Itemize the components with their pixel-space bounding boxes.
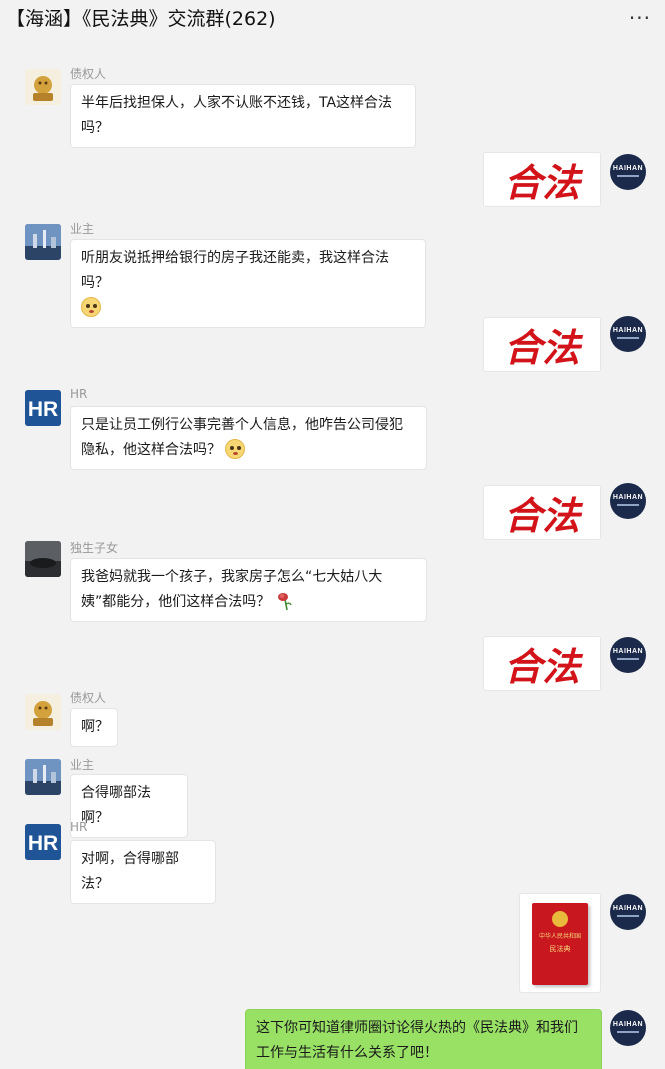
sender-name: 债权人 [70, 67, 107, 81]
message-text: 我爸妈就我一个孩子，我家房子怎么“七大姑八大姨”都能分，他们这样合法吗？ [81, 569, 383, 610]
sender-name: 独生子女 [70, 541, 119, 555]
message-bubble[interactable]: 我爸妈就我一个孩子，我家房子怎么“七大姑八大姨”都能分，他们这样合法吗？ [70, 558, 427, 622]
svg-text:HR: HR [28, 832, 58, 855]
avatar-hr[interactable]: HR [25, 824, 61, 860]
legal-stamp-text: 合法 [503, 160, 580, 205]
message-bubble[interactable]: 对啊，合得哪部法？ [70, 840, 216, 904]
avatar-haihan[interactable]: HAIHAN [610, 637, 646, 673]
avatar-label: HAIHAN [612, 905, 644, 912]
avatar-label: HAIHAN [612, 165, 644, 172]
avatar-label: HAIHAN [612, 1021, 644, 1028]
sender-name: HR [70, 387, 88, 401]
message-bubble[interactable]: 合得哪部法啊？ [70, 774, 188, 838]
legal-stamp-text: 合法 [503, 493, 580, 538]
legal-image-message[interactable]: 合法 [483, 317, 601, 372]
sender-name: 业主 [70, 758, 95, 772]
sender-name: 业主 [70, 222, 95, 236]
more-dots-icon[interactable]: ··· [629, 6, 651, 30]
legal-stamp-text: 合法 [503, 325, 580, 370]
avatar-owner[interactable] [25, 224, 61, 260]
legal-image-message[interactable]: 合法 [483, 636, 601, 691]
confused-face-icon [81, 297, 101, 317]
avatar-haihan[interactable]: HAIHAN [610, 154, 646, 190]
avatar-haihan[interactable]: HAIHAN [610, 316, 646, 352]
avatar-haihan[interactable]: HAIHAN [610, 483, 646, 519]
avatar-creditor[interactable] [25, 694, 61, 730]
svg-text:HR: HR [28, 398, 58, 421]
avatar-hr[interactable]: HR [25, 390, 61, 426]
national-emblem-icon [552, 911, 568, 927]
wilted-rose-icon [277, 593, 292, 611]
book-subtitle: 民法典 [549, 945, 571, 953]
avatar-creditor[interactable] [25, 69, 61, 105]
legal-image-message[interactable]: 合法 [483, 152, 601, 207]
sender-name: HR [70, 820, 88, 834]
legal-image-message[interactable]: 合法 [483, 485, 601, 540]
message-bubble[interactable]: 听朋友说抵押给银行的房子我还能卖，我这样合法吗？ [70, 239, 426, 328]
sender-name: 债权人 [70, 691, 107, 705]
message-bubble[interactable]: 啊？ [70, 708, 118, 747]
group-title: 【海涵】《民法典》交流群(262) [6, 8, 276, 30]
avatar-label: HAIHAN [612, 494, 644, 501]
book-title: 中华人民共和国 [538, 933, 581, 940]
civil-code-book: 中华人民共和国 民法典 [532, 903, 588, 985]
avatar-label: HAIHAN [612, 648, 644, 655]
message-bubble-self[interactable]: 这下你可知道律师圈讨论得火热的《民法典》和我们工作与生活有什么关系了吧！ [245, 1009, 602, 1069]
book-image-message[interactable]: 中华人民共和国 民法典 [519, 893, 601, 993]
chat-header: 【海涵】《民法典》交流群(262) ··· [0, 0, 665, 36]
legal-stamp-text: 合法 [503, 644, 580, 689]
avatar-owner[interactable] [25, 759, 61, 795]
message-bubble[interactable]: 只是让员工例行公事完善个人信息，他咋告公司侵犯隐私，他这样合法吗？ [70, 406, 427, 470]
message-list[interactable]: 债权人 半年后找担保人，人家不认账不还钱，TA这样合法吗？ HAIHAN 合法 … [0, 36, 665, 1069]
avatar-label: HAIHAN [612, 327, 644, 334]
message-text: 听朋友说抵押给银行的房子我还能卖，我这样合法吗？ [81, 250, 389, 291]
avatar-haihan[interactable]: HAIHAN [610, 894, 646, 930]
avatar-only-child[interactable] [25, 541, 61, 577]
avatar-haihan[interactable]: HAIHAN [610, 1010, 646, 1046]
confused-face-icon [225, 439, 246, 459]
message-bubble[interactable]: 半年后找担保人，人家不认账不还钱，TA这样合法吗？ [70, 84, 416, 148]
